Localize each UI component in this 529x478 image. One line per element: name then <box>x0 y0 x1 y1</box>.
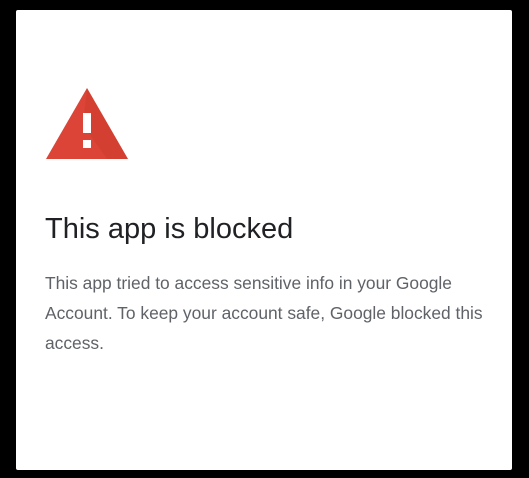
dialog-message: This app tried to access sensitive info … <box>45 273 483 353</box>
blocked-app-dialog: This app is blocked This app tried to ac… <box>16 10 512 470</box>
warning-triangle-icon <box>45 87 129 160</box>
dialog-title: This app is blocked <box>45 213 294 245</box>
